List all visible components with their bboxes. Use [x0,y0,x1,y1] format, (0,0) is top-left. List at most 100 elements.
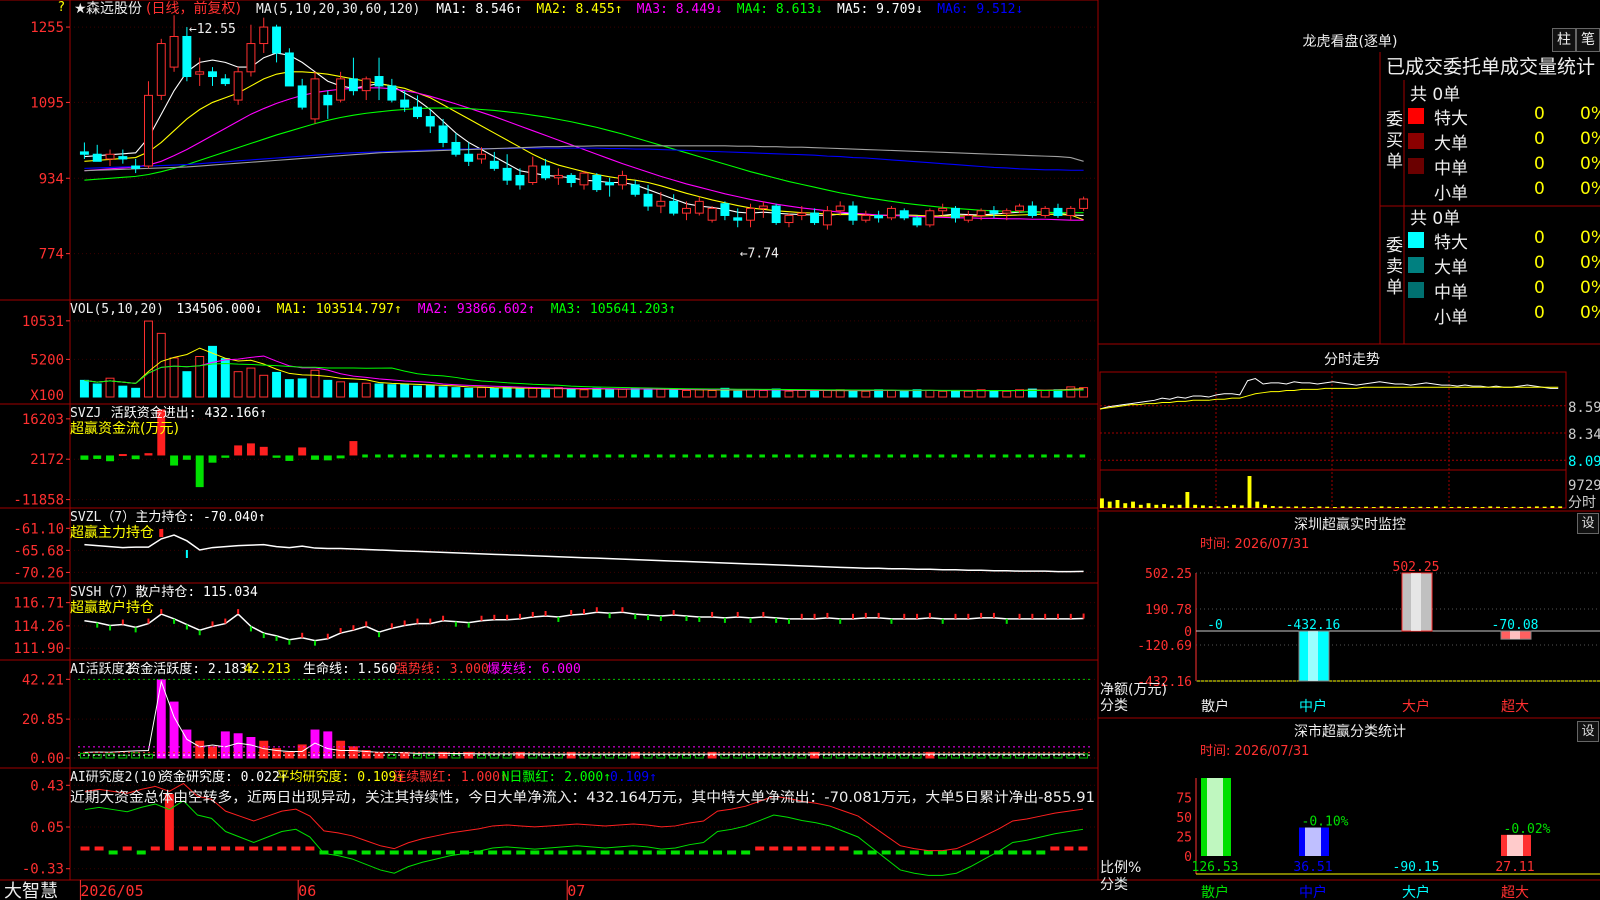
svzj-bar [259,446,268,456]
sell-row-3: 小单 0 0% [1408,303,1600,328]
intraday-volume-bar [1177,504,1182,508]
candle-body [963,214,973,221]
volume-bar [451,387,461,398]
intraday-volume-bar [1146,503,1151,508]
legend-title: AI活跃度2 [70,661,132,677]
yanjiu-bar [1036,850,1046,855]
sz-monitor-bar-highlight [1308,631,1318,681]
svsh-tick [416,618,419,624]
intraday-volume-bar [1325,506,1330,508]
y-tick-label: 0.00 [30,751,64,767]
svzj-bar [195,455,204,488]
sz-stats-settings-button[interactable]: 设 [1577,721,1599,742]
sell-row-count: 0 [1534,278,1545,298]
sz-monitor-category: 超大 [1501,699,1529,715]
svsh-tick [749,617,752,623]
longhu-title: 龙虎看盘(逐单) [1302,34,1398,50]
svsh-tick [1031,613,1034,619]
yanjiu-bar [951,850,961,855]
legend-item: MA1: 103514.797↑ [277,302,402,317]
volume-bar [464,387,474,398]
intraday-volume-label: 分时 [1568,495,1596,511]
sz-stats-category: 中户 [1299,884,1327,900]
legend-item: MA4: 8.613↓ [737,2,823,17]
legend-item: 强势线: 3.000 [395,661,489,677]
volume-bar [694,389,704,398]
sz-monitor-category: 大户 [1402,698,1430,715]
ma-line-ma20 [84,87,1084,221]
yanjiu-bar [530,850,540,855]
svzj-bar [656,454,663,458]
svzj-bar [1015,454,1022,458]
intraday-volume-bar [1433,506,1438,508]
svzj-bar [182,455,191,460]
volume-bar [259,374,269,398]
svzj-bar [669,454,676,458]
intraday-volume-bar [1449,507,1454,508]
tick-mode-button[interactable]: 笔 [1576,28,1600,52]
yanjiu-bar [122,846,132,851]
candle-body [361,78,371,92]
yanjiu-bar [305,846,315,851]
yanjiu-bar [1064,846,1074,851]
intraday-volume-bar [1465,507,1469,508]
sz-stats-y-label: 50 [1176,811,1192,826]
intraday-volume-bar [1558,506,1563,508]
yanjiu-bar [333,850,343,855]
svzj-bar [118,454,127,457]
candle-body [477,153,486,160]
sz-monitor-y-label: -120.69 [1137,639,1192,654]
svzj-bar [285,455,294,461]
sz-monitor-bar-highlight [1411,573,1421,632]
intraday-volume-bar [1534,506,1539,508]
svsh-tick [544,611,547,616]
buy-row-label: 特大 [1434,109,1468,129]
yanjiu-bar [741,850,751,855]
svsh-tick [980,612,983,618]
candle-body [925,210,935,226]
candle-body [105,153,115,160]
yanjiu-bar [1022,850,1032,855]
yanjiu-bar [502,850,512,855]
legend-title: MA(5,10,20,30,60,120) [256,2,420,17]
svsh-tick [608,613,611,619]
candle-body [195,71,205,75]
sz-monitor-settings-button[interactable]: 设 [1577,513,1599,534]
sell-swatch [1408,257,1424,273]
intraday-volume-bar [1348,506,1353,508]
svsh-tick [173,618,176,624]
svsh-tick [531,611,534,617]
stock-chart-canvas[interactable]: 1255 1095 934 774 ←12.55 ←7.74 ★ 森远股份 (日线，前复权) MA… [0,0,1600,900]
legend-item: 0.109↑ [610,770,657,785]
intraday-volume-bar [1154,504,1159,508]
intraday-volume-bar [1208,506,1213,508]
y-tick-label: 111.90 [13,641,64,657]
svzj-bar [759,454,765,458]
candle-body [1066,207,1076,216]
svzj-bar [490,454,496,458]
candle-body [502,167,512,181]
intraday-volume-bar [1200,505,1205,508]
svzj-bar [362,454,368,458]
svsh-tick [1005,618,1008,624]
volume-unit-label: X100 [30,388,64,404]
candle-body [951,207,960,219]
yanjiu-bar [895,850,905,855]
svsh-line [84,611,1084,642]
yanjiu-bar [572,850,582,855]
volume-bar [387,384,397,398]
intraday-volume-tick: 9729 [1568,478,1600,494]
intraday-volume-bar [1239,505,1244,508]
buy-row-label: 中单 [1434,159,1468,179]
buy-total: 共 0单 [1410,85,1461,105]
svzj-bar [541,454,548,458]
legend-title: SVZJ [70,406,101,421]
y-tick-label: 774 [39,247,64,263]
intraday-volume-bar [1224,506,1229,508]
candle-body [259,26,269,45]
candle-body [310,78,320,120]
volume-bar [374,383,384,398]
volume-bar [156,332,166,398]
volume-bar [951,389,960,398]
bar-mode-button[interactable]: 柱 [1552,28,1576,52]
